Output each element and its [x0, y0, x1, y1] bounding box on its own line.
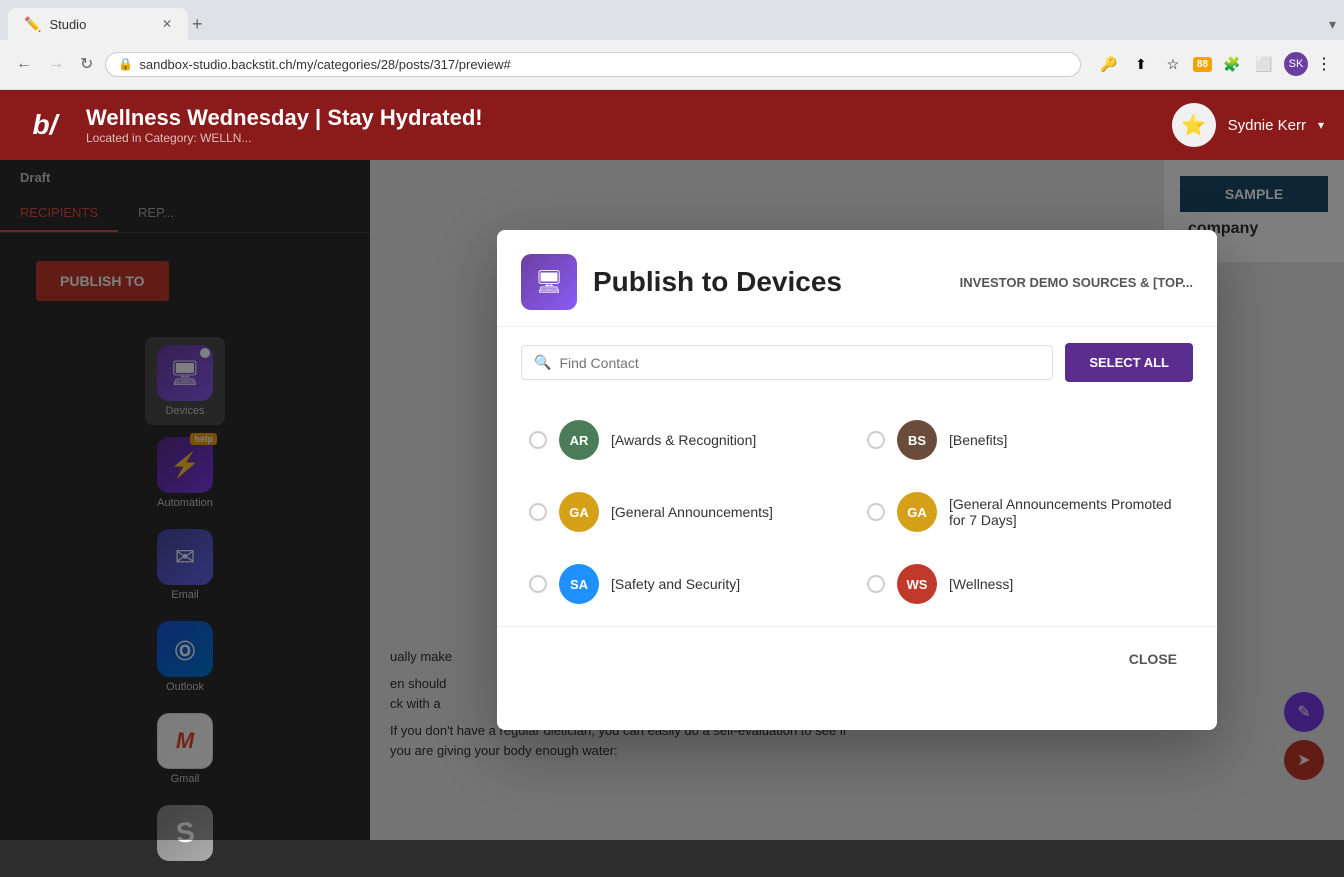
contact-name-ar: [Awards & Recognition]	[611, 432, 756, 448]
user-dropdown-icon[interactable]: ▾	[1318, 118, 1324, 132]
contact-name-bs: [Benefits]	[949, 432, 1007, 448]
tab-actions: ▾	[1329, 16, 1336, 33]
modal-devices-icon: 🖥	[535, 269, 563, 295]
radio-ga2[interactable]	[867, 503, 885, 521]
contact-grid: AR [Awards & Recognition] BS [Benefits]	[497, 398, 1217, 626]
contact-name-ga2: [General Announcements Promoted for 7 Da…	[949, 496, 1185, 528]
user-avatar: ⭐	[1172, 103, 1216, 147]
app-background: b/ Wellness Wednesday | Stay Hydrated! L…	[0, 90, 1344, 840]
browser-actions: 🔑 ⬆ ☆ 88 🧩 ⬜ SK ⋮	[1097, 52, 1332, 76]
back-button[interactable]: ←	[12, 51, 36, 77]
contact-row-ws[interactable]: WS [Wellness]	[859, 550, 1193, 618]
modal-source-label: INVESTOR DEMO SOURCES & [TOP...	[960, 275, 1193, 290]
modal-search-row: 🔍 SELECT ALL	[497, 327, 1217, 398]
reload-button[interactable]: ↻	[76, 50, 97, 78]
extension-badge: 88	[1193, 57, 1212, 72]
app-post-title: Wellness Wednesday | Stay Hydrated!	[86, 105, 1156, 131]
contact-row-sa[interactable]: SA [Safety and Security]	[521, 550, 855, 618]
radio-bs[interactable]	[867, 431, 885, 449]
modal-overlay: 🖥 Publish to Devices INVESTOR DEMO SOURC…	[0, 160, 1344, 840]
contact-name-ga1: [General Announcements]	[611, 504, 773, 520]
tab-favicon: ✏️	[24, 16, 41, 33]
logo-text: b/	[33, 109, 58, 141]
chrome-menu-icon[interactable]: ⋮	[1316, 54, 1332, 74]
avatar-ga2: GA	[897, 492, 937, 532]
tab-bar: ✏️ Studio ✕ + ▾	[0, 0, 1344, 40]
user-section: ⭐ Sydnie Kerr ▾	[1172, 103, 1324, 147]
app-content: Draft RECIPIENTS REP... PUBLISH TO 🖥 Dev…	[0, 160, 1344, 840]
browser-chrome: ✏️ Studio ✕ + ▾ ← → ↻ 🔒 sandbox-studio.b…	[0, 0, 1344, 90]
app-title-section: Wellness Wednesday | Stay Hydrated! Loca…	[86, 105, 1156, 145]
lock-icon: 🔒	[118, 57, 133, 71]
find-contact-input[interactable]	[559, 355, 1040, 371]
radio-sa[interactable]	[529, 575, 547, 593]
close-button[interactable]: CLOSE	[1113, 643, 1193, 675]
contact-row-bs[interactable]: BS [Benefits]	[859, 406, 1193, 474]
app-logo: b/	[20, 100, 70, 150]
address-bar: ← → ↻ 🔒 sandbox-studio.backstit.ch/my/ca…	[0, 40, 1344, 88]
select-all-button[interactable]: SELECT ALL	[1065, 343, 1193, 382]
app-header: b/ Wellness Wednesday | Stay Hydrated! L…	[0, 90, 1344, 160]
key-icon: 🔑	[1097, 52, 1121, 76]
modal-icon: 🖥	[521, 254, 577, 310]
active-tab[interactable]: ✏️ Studio ✕	[8, 8, 188, 40]
contact-row-ga1[interactable]: GA [General Announcements]	[521, 478, 855, 546]
puzzle-icon: 🧩	[1220, 52, 1244, 76]
contact-name-ws: [Wellness]	[949, 576, 1013, 592]
url-text: sandbox-studio.backstit.ch/my/categories…	[139, 57, 510, 72]
avatar-sa: SA	[559, 564, 599, 604]
modal-title: Publish to Devices	[593, 266, 944, 298]
profile-avatar[interactable]: SK	[1284, 52, 1308, 76]
user-name: Sydnie Kerr	[1228, 117, 1306, 134]
url-bar[interactable]: 🔒 sandbox-studio.backstit.ch/my/categori…	[105, 52, 1080, 77]
contact-row-ar[interactable]: AR [Awards & Recognition]	[521, 406, 855, 474]
star-icon: ☆	[1161, 52, 1185, 76]
new-tab-button[interactable]: +	[192, 14, 203, 35]
contact-row-ga2[interactable]: GA [General Announcements Promoted for 7…	[859, 478, 1193, 546]
tab-close-button[interactable]: ✕	[162, 17, 172, 31]
main-content: SAMPLE company ually make en shouldck wi…	[370, 160, 1344, 840]
radio-ar[interactable]	[529, 431, 547, 449]
radio-ga1[interactable]	[529, 503, 547, 521]
tab-label: Studio	[49, 17, 86, 32]
star-icon: ⭐	[1181, 113, 1206, 138]
modal-footer: CLOSE	[497, 626, 1217, 691]
contact-name-sa: [Safety and Security]	[611, 576, 740, 592]
avatar-bs: BS	[897, 420, 937, 460]
search-icon: 🔍	[534, 354, 551, 371]
avatar-ga1: GA	[559, 492, 599, 532]
share-icon: ⬆	[1129, 52, 1153, 76]
modal-header: 🖥 Publish to Devices INVESTOR DEMO SOURC…	[497, 230, 1217, 327]
forward-button[interactable]: →	[44, 51, 68, 77]
layout-icon: ⬜	[1252, 52, 1276, 76]
radio-ws[interactable]	[867, 575, 885, 593]
publish-devices-modal: 🖥 Publish to Devices INVESTOR DEMO SOURC…	[497, 230, 1217, 730]
avatar-ws: WS	[897, 564, 937, 604]
app-subtitle: Located in Category: WELLN...	[86, 131, 1156, 145]
search-box: 🔍	[521, 345, 1053, 380]
avatar-ar: AR	[559, 420, 599, 460]
